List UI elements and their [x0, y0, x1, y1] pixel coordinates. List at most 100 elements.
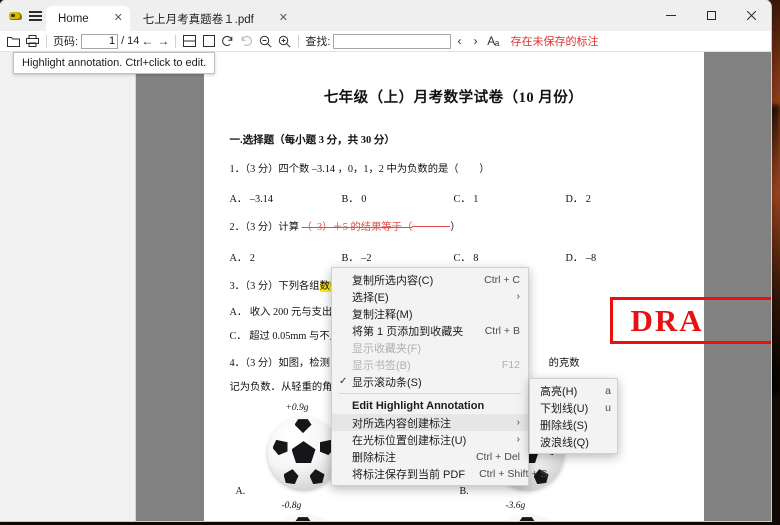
tab-pdf-document-close-icon[interactable]: ✕: [276, 11, 291, 26]
previous-page-button[interactable]: ←: [139, 33, 155, 50]
page-number-label: 页码:: [53, 36, 79, 48]
section-heading: 一.选择题（每小题 3 分，共 30 分）: [229, 135, 395, 146]
sidebar-panel[interactable]: [0, 52, 136, 521]
question-1-options: A． –3.14 B． 0 C． 1 D． 2: [230, 190, 678, 205]
open-folder-icon[interactable]: [4, 32, 23, 51]
rotate-clockwise-icon[interactable]: [218, 32, 237, 51]
toolbar-separator-3: [298, 34, 300, 48]
menu-item-show-scrollbar[interactable]: ✓ 显示滚动条(S): [332, 373, 528, 390]
page-number-input[interactable]: [81, 33, 119, 49]
menu-label-copy-comment: 复制注释(M): [352, 308, 413, 321]
rotate-counterclockwise-icon[interactable]: [237, 32, 256, 51]
menu-label-save-annotations-to-pdf: 将标注保存到当前 PDF: [352, 468, 466, 481]
tab-pdf-document-label: 七上月考真题卷１.pdf: [142, 13, 254, 26]
main-menu-icon[interactable]: [24, 0, 46, 31]
ball-b-letter-label: B.: [459, 486, 469, 498]
menu-item-show-favorites[interactable]: 显示收藏夹(F): [332, 339, 528, 356]
match-case-icon[interactable]: Aₐ: [483, 32, 502, 51]
submenu-item-strikeout[interactable]: 删除线(S): [530, 416, 617, 433]
soccer-ball-icon-a: [267, 417, 340, 490]
tab-pdf-document[interactable]: 七上月考真题卷１.pdf ✕: [130, 6, 295, 31]
next-page-button[interactable]: →: [155, 33, 171, 50]
printer-icon[interactable]: [23, 32, 42, 51]
question-1-stem: 1．（3 分）四个数 –3.14 ，0，1，2 中为负数的是（ ）: [229, 164, 490, 175]
minimize-button[interactable]: [651, 2, 691, 30]
submenu-accel-underline: u: [605, 401, 611, 414]
submenu-label-squiggly: 波浪线(Q): [540, 436, 589, 449]
menu-item-save-annotations-to-pdf[interactable]: 将标注保存到当前 PDF Ctrl + Shift + S: [332, 465, 547, 482]
q2-option-d: D． –8: [565, 252, 597, 264]
menu-label-create-annotation-at-cursor: 在光标位置创建标注(U): [352, 434, 467, 447]
maximize-button[interactable]: [691, 2, 731, 30]
find-previous-button[interactable]: ‹: [451, 33, 467, 50]
soccer-ball-icon-d: [491, 515, 564, 521]
menu-item-select[interactable]: 选择(E) ›: [332, 288, 528, 305]
highlight-annotation-tooltip: Highlight annotation. Ctrl+click to edit…: [13, 52, 216, 74]
submenu-accel-highlight: a: [605, 384, 611, 397]
single-page-icon[interactable]: [199, 32, 218, 51]
q1-option-d: D． 2: [565, 194, 591, 206]
split-view-icon[interactable]: [180, 32, 199, 51]
menu-label-show-bookmarks: 显示书签(B): [352, 359, 411, 372]
tab-home-close-icon[interactable]: ✕: [111, 11, 126, 26]
context-menu[interactable]: 复制所选内容(C) Ctrl + C 选择(E) › 复制注释(M) 将第 1 …: [331, 267, 547, 486]
submenu-label-underline: 下划线(U): [540, 402, 589, 415]
toolbar: 页码: / 14 ← → 查找: ‹ › Aₐ 存在未保存的标注: [0, 31, 771, 52]
chevron-right-icon-create-annotation-cursor: ›: [516, 434, 520, 445]
q2-option-c: C． 8: [453, 252, 479, 264]
zoom-in-icon[interactable]: [275, 32, 294, 51]
annotation-type-submenu[interactable]: 高亮(H) a 下划线(U) u 删除线(S) 波浪线(Q): [529, 378, 618, 454]
ball-c-weight-label: -0.8g: [281, 501, 302, 512]
menu-accel-copy-selection: Ctrl + C: [484, 273, 520, 286]
menu-item-show-bookmarks[interactable]: 显示书签(B) F12: [332, 356, 528, 373]
soccer-ball-row-2: -0.8g -3.6g: [230, 501, 678, 521]
tab-strip: Home ✕ 七上月考真题卷１.pdf ✕: [0, 0, 771, 31]
menu-label-create-annotation-on-selection: 对所选内容创建标注: [352, 417, 451, 430]
submenu-label-strikeout: 删除线(S): [540, 419, 588, 432]
question-2-options: A． 2 B． –2 C． 8 D． –8: [230, 249, 678, 264]
menu-label-edit-highlight-annotation: Edit Highlight Annotation: [352, 399, 485, 412]
q2-strikethrough-annotation[interactable]: （–3）＋5 的结果等于（: [302, 222, 413, 233]
ball-a-letter-label: A.: [235, 486, 246, 498]
menu-item-copy-selection[interactable]: 复制所选内容(C) Ctrl + C: [332, 271, 528, 288]
find-label: 查找:: [305, 36, 331, 48]
pdf-reader-window: Home ✕ 七上月考真题卷１.pdf ✕ 页码: / 14 ← →: [0, 0, 771, 521]
soccer-ball-cell-d: -3.6g: [454, 501, 678, 521]
app-logo-icon: [6, 0, 24, 31]
q1-option-c: C． 1: [453, 194, 479, 206]
tab-home[interactable]: Home ✕: [46, 6, 130, 31]
find-input[interactable]: [333, 33, 452, 49]
find-next-button[interactable]: ›: [467, 33, 483, 50]
tab-home-label: Home: [58, 12, 89, 25]
q2-stem-prefix: 2．（3 分）计算: [229, 222, 302, 234]
submenu-item-squiggly[interactable]: 波浪线(Q): [530, 433, 617, 450]
menu-label-delete-annotation: 删除标注: [352, 451, 396, 464]
q2-stem-suffix: ）: [450, 222, 461, 234]
menu-item-edit-highlight-annotation[interactable]: Edit Highlight Annotation: [332, 397, 528, 414]
menu-item-create-annotation-on-selection[interactable]: 对所选内容创建标注 ›: [332, 414, 528, 431]
submenu-item-underline[interactable]: 下划线(U) u: [530, 399, 617, 416]
menu-label-show-scrollbar: 显示滚动条(S): [352, 376, 422, 389]
q4-line1-suffix: 的克数: [548, 358, 580, 370]
menu-item-add-page-to-favorites[interactable]: 将第 1 页添加到收藏夹 Ctrl + B: [332, 322, 528, 339]
chevron-right-icon-create-annotation-selection: ›: [516, 417, 520, 428]
menu-item-copy-comment[interactable]: 复制注释(M): [332, 305, 528, 322]
toolbar-separator-1: [46, 34, 47, 48]
menu-accel-save-annotations-to-pdf: Ctrl + Shift + S: [479, 467, 548, 480]
menu-accel-add-page-to-favorites: Ctrl + B: [484, 324, 520, 337]
q2-option-a: A． 2: [229, 252, 255, 264]
menu-item-create-annotation-at-cursor[interactable]: 在光标位置创建标注(U) ›: [332, 431, 528, 448]
q2-option-b: B． –2: [341, 252, 372, 264]
menu-item-delete-annotation[interactable]: 删除标注 Ctrl + Del: [332, 448, 528, 465]
menu-label-copy-selection: 复制所选内容(C): [352, 274, 434, 287]
page-total-label: / 14: [121, 35, 140, 47]
soccer-ball-cell-c: -0.8g: [230, 501, 454, 521]
q1-option-a: A． –3.14: [229, 194, 273, 206]
zoom-out-icon[interactable]: [256, 32, 275, 51]
close-button[interactable]: [731, 2, 771, 30]
submenu-item-highlight[interactable]: 高亮(H) a: [530, 382, 617, 399]
unsaved-annotations-status: 存在未保存的标注: [510, 36, 599, 48]
q3-stem-prefix: 3．（3 分）下列各组: [229, 280, 320, 292]
soccer-ball-icon-c: [267, 515, 340, 521]
q2-red-line-annotation[interactable]: [412, 226, 451, 228]
